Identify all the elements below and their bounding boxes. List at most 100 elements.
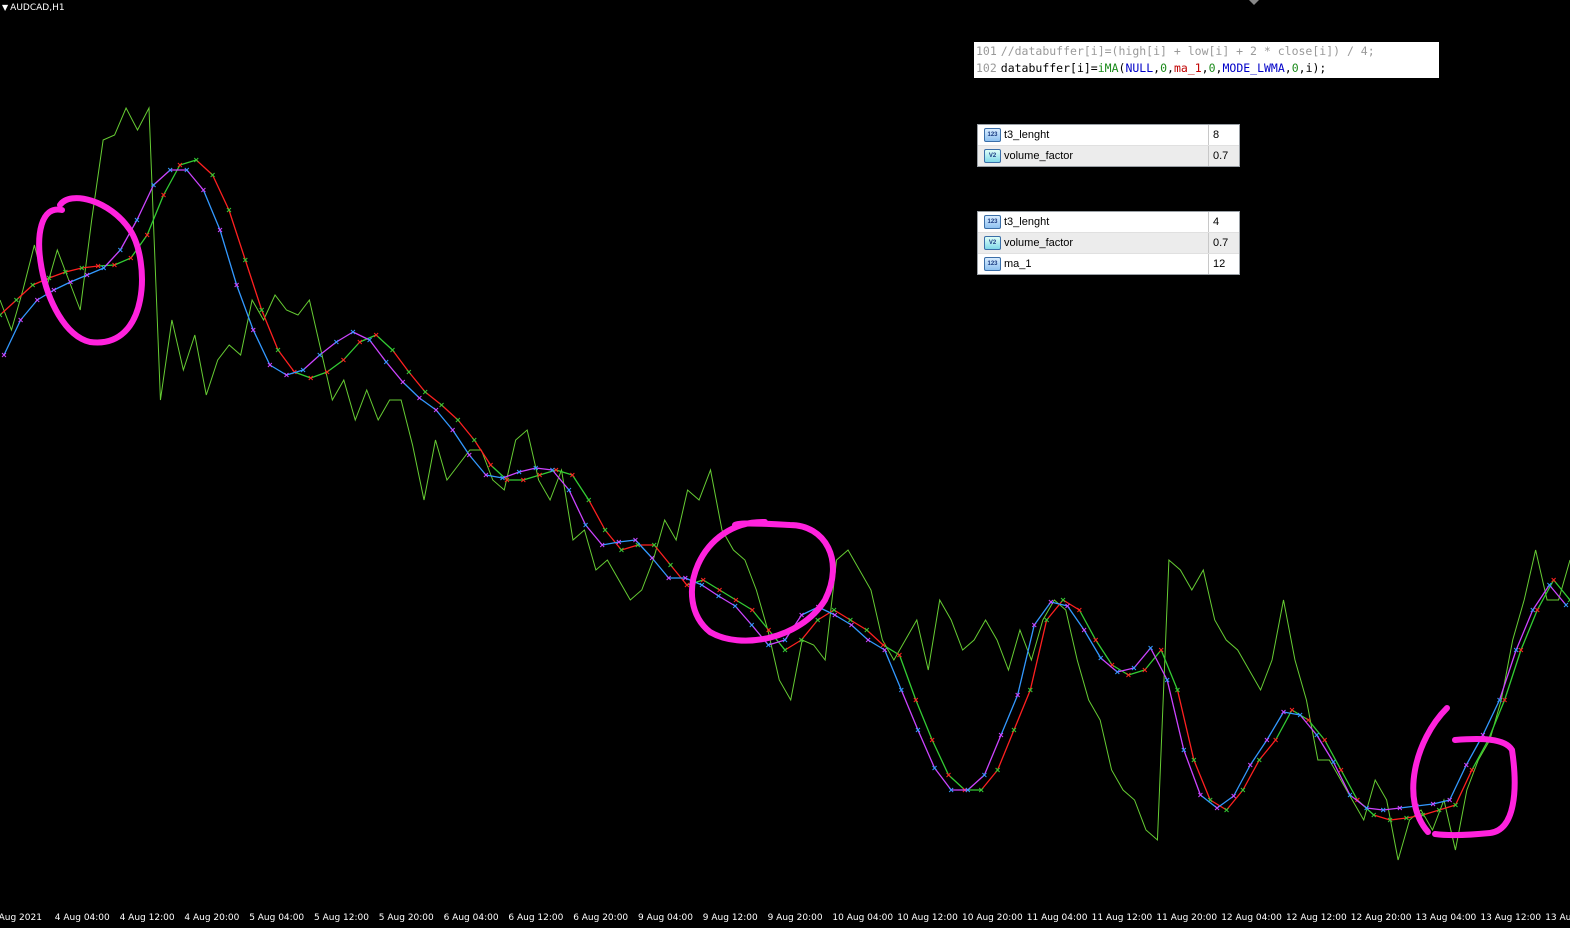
t3-1-segment [915,699,933,741]
t3-2-segment [1332,761,1351,796]
t3-1-marker [14,297,19,303]
t3-2-marker [1314,732,1320,738]
t3-1-segment [261,309,279,351]
t3-2-marker [433,407,439,413]
t3-1-segment [1553,579,1570,601]
t3-1-marker [668,562,673,568]
int-icon: 123 [984,257,1001,271]
param-row[interactable]: 123 t3_lenght 8 [978,125,1239,146]
t3-2-segment [1416,803,1434,807]
t3-1-segment [1275,709,1293,741]
t3-1-marker [749,607,755,613]
t3-2-segment [651,557,670,579]
t3-series-1 [0,157,1570,823]
t3-2-segment [302,354,321,371]
t3-2-segment [1349,794,1367,809]
param-value[interactable]: 12 [1209,258,1225,270]
t3-2-segment [934,767,952,791]
t3-1-marker [1305,717,1311,723]
t3-2-segment [219,229,238,286]
time-tick-label: 5 Aug 12:00 [314,913,369,923]
t3-2-segment [186,169,204,191]
t3-2-marker [749,622,755,628]
t3-2-marker [400,379,406,385]
close-price-line [0,106,1570,861]
t3-2-marker [117,247,123,253]
t3-2-segment [634,539,653,559]
t3-2-segment [518,467,536,473]
time-tick-label: 3 Aug 2021 [0,913,42,923]
t3-2-segment [269,364,287,376]
t3-1-segment [375,334,393,351]
t3-2-segment [701,584,719,597]
code-token: 0 [1208,61,1216,75]
annotation-layer [36,195,1518,839]
t3-1-segment [1373,814,1391,821]
t3-1-segment [473,439,492,466]
t3-1-segment [1176,689,1195,761]
t3-2-segment [1383,807,1400,811]
time-tick-label: 9 Aug 20:00 [767,913,823,923]
param-value[interactable]: 8 [1209,129,1219,141]
input-params-table-1: 123 t3_lenght 8 V2 volume_factor 0.7 [977,124,1240,167]
t3-2-marker [333,339,339,345]
t3-2-segment [618,539,636,543]
param-value[interactable]: 0.7 [1209,150,1228,162]
time-tick-label: 4 Aug 12:00 [119,913,175,923]
time-tick-label: 10 Aug 20:00 [962,913,1023,923]
t3-1-marker [1322,737,1328,743]
price-chart[interactable] [0,0,1570,908]
t3-1-segment [1422,809,1440,816]
t3-1-segment [948,774,966,791]
time-tick-label: 4 Aug 20:00 [184,913,240,923]
t3-2-segment [352,331,370,341]
t3-1-marker [1289,707,1295,713]
t3-series-2 [1,167,1569,813]
param-value[interactable]: 4 [1209,216,1219,228]
t3-1-segment [310,371,328,379]
annotation-circle [36,195,145,346]
t3-1-marker [586,497,592,503]
t3-1-marker [1256,757,1262,763]
t3-1-segment [277,349,295,373]
time-tick-label: 11 Aug 04:00 [1026,913,1088,923]
t3-1-segment [391,349,410,373]
time-tick-label: 13 Aug 04:00 [1415,913,1477,923]
input-params-table-2: 123 t3_lenght 4 V2 volume_factor 0.7 123 ma… [977,211,1240,275]
t3-1-marker [341,357,346,363]
code-token: , [1167,61,1174,75]
t3-1-segment [179,159,197,166]
t3-2-marker [732,603,738,609]
t3-2-segment [452,429,470,456]
t3-1-marker [864,627,870,633]
t3-1-segment [898,654,917,701]
close-price-series [0,106,1570,861]
t3-1-segment [1307,719,1326,741]
t3-2-marker [383,359,389,365]
t3-1-marker [439,402,444,408]
t3-1-marker [782,647,788,653]
param-name: t3_lenght [1004,216,1050,228]
param-row[interactable]: 123 t3_lenght 4 [978,212,1239,233]
t3-2-segment [502,471,520,479]
param-row[interactable]: V2 volume_factor 0.7 [978,233,1239,254]
t3-1-segment [228,209,246,261]
param-row[interactable]: 123 ma_1 12 [978,254,1239,274]
t3-2-marker [1264,737,1270,743]
t3-2-segment [1498,649,1517,701]
param-value[interactable]: 0.7 [1209,237,1228,249]
t3-1-marker [390,347,395,353]
t3-1-segment [1454,769,1473,806]
t3-2-segment [1366,807,1384,811]
t3-1-segment [980,769,999,791]
t3-2-marker [1231,793,1237,799]
param-row[interactable]: V2 volume_factor 0.7 [978,146,1239,166]
t3-2-marker [1081,627,1087,633]
t3-2-segment [834,614,852,626]
code-token: 0 [1291,61,1299,75]
int-icon: 123 [984,215,1001,229]
time-tick-label: 13 Aug 12:00 [1480,913,1542,923]
t3-1-marker [733,597,739,603]
t3-2-segment [1216,795,1235,809]
t3-1-marker [1551,577,1557,583]
